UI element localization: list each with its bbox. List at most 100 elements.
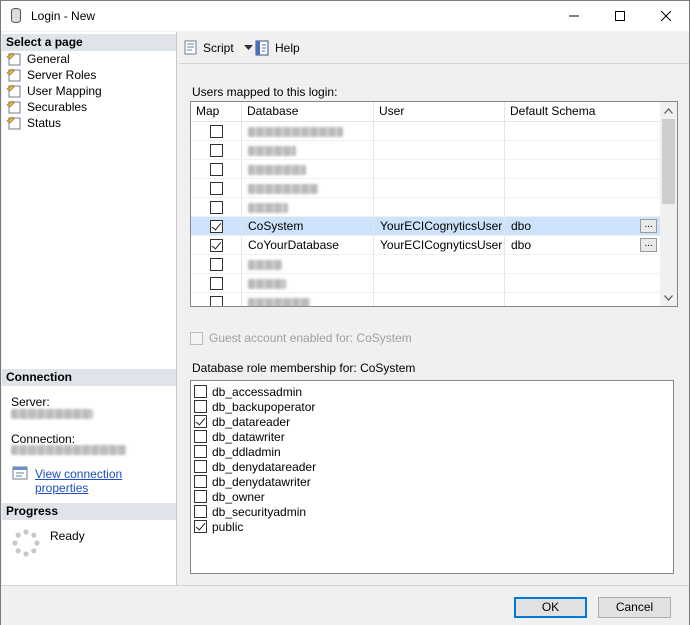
nav-item-user-mapping[interactable]: User Mapping — [6, 83, 102, 99]
role-membership-list: db_accessadmin db_backupoperator db_datare… — [190, 380, 674, 574]
table-row[interactable] — [191, 274, 660, 293]
minimize-button[interactable] — [551, 1, 597, 31]
schema-cell — [505, 141, 660, 160]
database-cell: CoSystem — [242, 217, 374, 236]
nav-item-server-roles[interactable]: Server Roles — [6, 67, 96, 83]
role-checkbox[interactable] — [194, 400, 207, 413]
role-checkbox[interactable] — [194, 415, 207, 428]
schema-cell — [505, 179, 660, 198]
table-row[interactable] — [191, 179, 660, 198]
table-row[interactable]: CoYourDatabase YourECICognyticsUser dbo... — [191, 236, 660, 255]
help-label: Help — [275, 41, 300, 55]
nav-item-general[interactable]: General — [6, 51, 70, 67]
column-header-user[interactable]: User — [374, 102, 505, 121]
table-row[interactable] — [191, 198, 660, 217]
database-cell — [242, 274, 374, 293]
nav-item-securables[interactable]: Securables — [6, 99, 87, 115]
role-item[interactable]: db_securityadmin — [194, 504, 306, 519]
column-header-database[interactable]: Database — [242, 102, 374, 121]
browse-schema-button[interactable]: ... — [640, 219, 657, 233]
guest-account-option[interactable]: Guest account enabled for: CoSystem — [190, 331, 412, 345]
role-checkbox[interactable] — [194, 490, 207, 503]
map-checkbox[interactable] — [210, 144, 223, 157]
map-cell — [191, 122, 242, 141]
role-item[interactable]: db_datareader — [194, 414, 290, 429]
table-row[interactable] — [191, 122, 660, 141]
cancel-button[interactable]: Cancel — [598, 597, 671, 618]
role-item[interactable]: db_ddladmin — [194, 444, 281, 459]
map-cell — [191, 255, 242, 274]
role-item[interactable]: db_backupoperator — [194, 399, 315, 414]
role-checkbox[interactable] — [194, 460, 207, 473]
database-cell: CoYourDatabase — [242, 236, 374, 255]
scroll-thumb[interactable] — [662, 119, 675, 204]
role-item[interactable]: db_accessadmin — [194, 384, 302, 399]
nav-label: Server Roles — [27, 68, 97, 82]
role-checkbox[interactable] — [194, 430, 207, 443]
user-cell — [374, 122, 505, 141]
close-icon — [661, 11, 671, 21]
table-row[interactable] — [191, 160, 660, 179]
database-name-redacted — [248, 183, 318, 194]
table-row[interactable] — [191, 293, 660, 306]
browse-schema-button[interactable]: ... — [640, 238, 657, 252]
role-name: public — [212, 519, 244, 534]
grid-scrollbar[interactable] — [660, 102, 677, 306]
map-checkbox[interactable] — [210, 258, 223, 271]
map-checkbox[interactable] — [210, 239, 223, 252]
scroll-down-arrow[interactable] — [660, 289, 677, 306]
role-checkbox[interactable] — [194, 475, 207, 488]
close-button[interactable] — [643, 1, 689, 31]
column-header-map[interactable]: Map — [191, 102, 242, 121]
role-item[interactable]: public — [194, 519, 243, 534]
ok-button[interactable]: OK — [514, 597, 587, 618]
map-cell — [191, 293, 242, 306]
role-name: db_datawriter — [212, 429, 285, 444]
map-checkbox[interactable] — [210, 277, 223, 290]
role-name: db_owner — [212, 489, 265, 504]
page-wrench-icon — [6, 100, 21, 114]
page-wrench-icon — [6, 116, 21, 130]
help-icon — [255, 40, 269, 56]
map-checkbox[interactable] — [210, 296, 223, 306]
map-cell — [191, 179, 242, 198]
database-cell — [242, 255, 374, 274]
maximize-button[interactable] — [597, 1, 643, 31]
map-checkbox[interactable] — [210, 201, 223, 214]
view-connection-properties-link[interactable]: View connection properties — [35, 467, 176, 495]
role-checkbox[interactable] — [194, 505, 207, 518]
map-checkbox[interactable] — [210, 125, 223, 138]
nav-item-status[interactable]: Status — [6, 115, 61, 131]
guest-account-checkbox[interactable] — [190, 331, 203, 345]
server-label: Server: — [11, 395, 50, 409]
role-item[interactable]: db_denydatawriter — [194, 474, 311, 489]
map-checkbox[interactable] — [210, 163, 223, 176]
map-checkbox[interactable] — [210, 220, 223, 233]
toolbar: Script Help — [178, 32, 688, 65]
user-cell — [374, 293, 505, 306]
table-row[interactable]: CoSystem YourECICognyticsUser dbo... — [191, 217, 660, 236]
user-mapping-grid: Map Database User Default Schema CoSyste… — [190, 101, 678, 307]
map-cell — [191, 217, 242, 236]
role-checkbox[interactable] — [194, 385, 207, 398]
role-item[interactable]: db_datawriter — [194, 429, 285, 444]
role-checkbox[interactable] — [194, 445, 207, 458]
role-item[interactable]: db_owner — [194, 489, 265, 504]
chevron-down-icon — [664, 294, 673, 301]
role-checkbox[interactable] — [194, 520, 207, 533]
help-button[interactable]: Help — [255, 40, 300, 56]
schema-cell — [505, 274, 660, 293]
script-label: Script — [203, 41, 234, 55]
schema-cell: dbo... — [505, 217, 660, 236]
map-checkbox[interactable] — [210, 182, 223, 195]
table-row[interactable] — [191, 255, 660, 274]
database-cell — [242, 141, 374, 160]
scroll-up-arrow[interactable] — [660, 102, 677, 119]
default-schema: dbo — [511, 238, 532, 252]
role-item[interactable]: db_denydatareader — [194, 459, 316, 474]
table-row[interactable] — [191, 141, 660, 160]
left-pane: Select a page General Server Roles User … — [2, 32, 177, 592]
column-header-default-schema[interactable]: Default Schema — [505, 102, 660, 121]
script-button[interactable]: Script — [183, 40, 253, 56]
maximize-icon — [615, 11, 625, 21]
